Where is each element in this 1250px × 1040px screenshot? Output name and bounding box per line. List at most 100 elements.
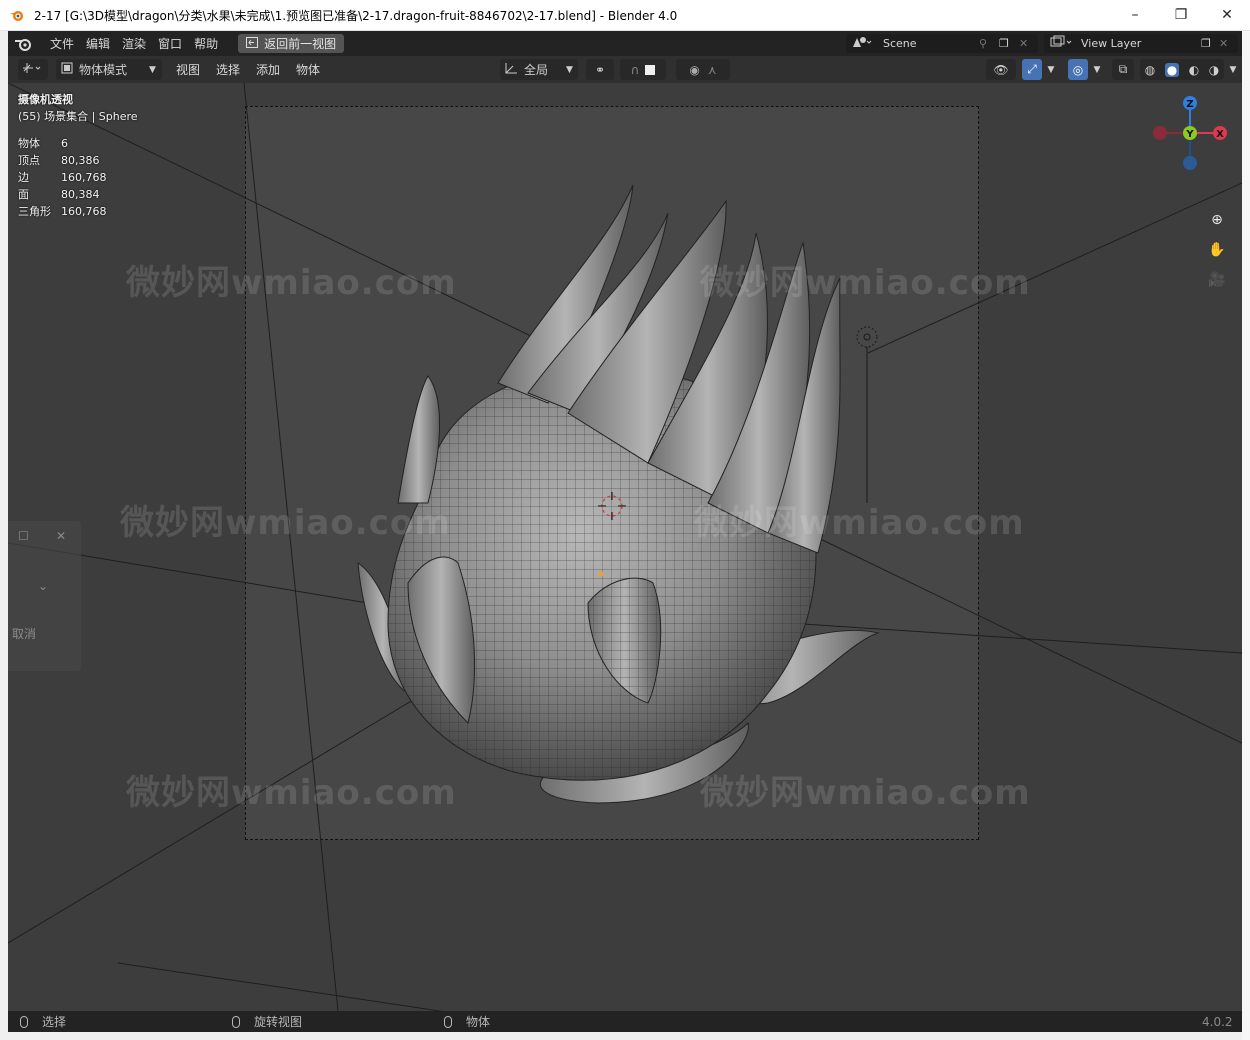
eye-icon: 👁 xyxy=(993,62,1009,77)
stat-value: 6 xyxy=(61,137,68,150)
stat-label: 边 xyxy=(18,171,29,184)
menu-render[interactable]: 渲染 xyxy=(116,31,152,56)
shading-dropdown[interactable]: ▼ xyxy=(1226,59,1240,80)
chevron-down-icon: ▼ xyxy=(1047,64,1055,75)
stat-row: 边 160,768 xyxy=(18,169,138,186)
stat-label: 顶点 xyxy=(18,154,40,167)
xray-toggle[interactable]: ⧉ xyxy=(1112,59,1134,80)
watermark: 微妙网wmiao.com xyxy=(700,773,1031,813)
status-object: 物体 xyxy=(444,1013,490,1030)
remove-scene-icon[interactable]: ✕ xyxy=(1019,37,1028,50)
close-button[interactable]: ✕ xyxy=(1204,0,1250,31)
camera-view-icon[interactable]: 🎥 xyxy=(1204,267,1230,293)
transform-orientation-dropdown[interactable]: 全局 ▼ xyxy=(500,59,578,80)
stat-value: 160,768 xyxy=(61,171,107,184)
status-select: 选择 xyxy=(20,1013,66,1030)
chevron-down-icon[interactable]: ⌄ xyxy=(38,579,48,593)
viewport-header: 物体模式 ▼ 视图 选择 添加 物体 全局 ▼ ⚭ ∩ ◉ ⋏ 👁 ⤢ ▼ ◎ … xyxy=(8,56,1242,83)
rendered-shading-icon[interactable]: ◑ xyxy=(1209,63,1219,77)
back-to-previous-button[interactable]: 返回前一视图 xyxy=(238,34,345,53)
snap-button[interactable]: ∩ xyxy=(620,59,666,80)
svg-text:Y: Y xyxy=(1185,129,1194,140)
navigation-gizmo[interactable]: Z X Y xyxy=(1148,91,1228,171)
mode-dropdown[interactable]: 物体模式 ▼ xyxy=(56,59,162,80)
restore-button[interactable]: ❐ xyxy=(1158,0,1204,31)
watermark: 微妙网wmiao.com xyxy=(126,773,457,813)
pivot-icon: ⚭ xyxy=(594,62,606,77)
blender-icon xyxy=(8,6,26,24)
menu-file[interactable]: 文件 xyxy=(44,31,80,56)
stat-row: 顶点 80,386 xyxy=(18,152,138,169)
solid-shading-icon[interactable]: ● xyxy=(1164,62,1180,77)
stat-value: 80,386 xyxy=(61,154,100,167)
watermark: 微妙网wmiao.com xyxy=(120,503,451,543)
origin-point xyxy=(598,571,604,577)
mode-label: 物体模式 xyxy=(79,63,128,77)
stat-value: 160,768 xyxy=(61,205,107,218)
watermark: 微妙网wmiao.com xyxy=(694,503,1025,543)
overlay-toggle[interactable]: ◎ xyxy=(1068,59,1088,80)
blender-app: 文件 编辑 渲染 窗口 帮助 返回前一视图 Scene ⚲ ❐ ✕ View L… xyxy=(8,31,1242,1032)
3d-viewport[interactable]: 微妙网wmiao.com 微妙网wmiao.com 微妙网wmiao.com 微… xyxy=(8,83,1242,1011)
orientation-label: 全局 xyxy=(524,63,549,77)
proportional-edit-button[interactable]: ◉ ⋏ xyxy=(676,59,730,80)
pivot-point-button[interactable]: ⚭ xyxy=(586,59,614,80)
header-menu-select[interactable]: 选择 xyxy=(210,57,246,82)
hand-pan-icon[interactable]: ✋ xyxy=(1204,237,1230,263)
operator-panel[interactable]: ☐ ✕ ⌄ 取消 xyxy=(8,521,81,671)
back-label: 返回前一视图 xyxy=(264,37,337,51)
stat-label: 面 xyxy=(18,188,29,201)
overlay-dropdown[interactable]: ▼ xyxy=(1090,59,1104,80)
gizmo-toggle[interactable]: ⤢ xyxy=(1022,59,1042,80)
menu-help[interactable]: 帮助 xyxy=(188,31,224,56)
right-mouse-icon xyxy=(444,1015,452,1028)
material-shading-icon[interactable]: ◐ xyxy=(1189,63,1199,77)
menu-edit[interactable]: 编辑 xyxy=(80,31,116,56)
stat-row: 面 80,384 xyxy=(18,186,138,203)
scene-name: Scene xyxy=(883,37,917,50)
remove-view-layer-icon[interactable]: ✕ xyxy=(1219,37,1228,50)
middle-mouse-icon xyxy=(232,1015,240,1028)
scene-drawing xyxy=(8,83,1242,1011)
blender-menu-icon[interactable] xyxy=(14,37,36,51)
status-bar: 选择 旋转视图 物体 4.0.2 xyxy=(8,1011,1242,1032)
window-title: 2-17 [G:\3D模型\dragon\分类\水果\未完成\1.预览图已准备\… xyxy=(34,8,678,23)
stat-row: 三角形 160,768 xyxy=(18,203,138,220)
view-name: 摄像机透视 xyxy=(18,93,73,106)
visibility-button[interactable]: 👁 xyxy=(986,59,1016,80)
header-menu-add[interactable]: 添加 xyxy=(250,57,286,82)
neg-z-axis-handle xyxy=(1183,156,1197,170)
cancel-label[interactable]: 取消 xyxy=(12,625,36,642)
snap-target-icon xyxy=(645,64,656,75)
header-menu-object[interactable]: 物体 xyxy=(290,57,326,82)
status-rotate: 旋转视图 xyxy=(232,1013,302,1030)
stat-label: 物体 xyxy=(18,137,40,150)
chevron-down-icon: ▼ xyxy=(1229,64,1237,75)
pin-icon[interactable]: ⚲ xyxy=(979,37,999,50)
minimize-button[interactable]: – xyxy=(1112,0,1158,31)
viewport-stats: 摄像机透视 (55) 场景集合 | Sphere 物体 6 顶点 80,386 边 1… xyxy=(18,91,138,220)
status-object-label: 物体 xyxy=(466,1015,491,1029)
view-layer-selector[interactable]: View Layer ❐ ✕ xyxy=(1044,34,1238,53)
window-titlebar: 2-17 [G:\3D模型\dragon\分类\水果\未完成\1.预览图已准备\… xyxy=(0,0,1250,31)
panel-checkbox-icon[interactable]: ☐ xyxy=(18,529,29,543)
new-scene-icon[interactable]: ❐ xyxy=(999,37,1019,50)
wireframe-shading-icon[interactable]: ◍ xyxy=(1145,63,1155,77)
editor-type-button[interactable] xyxy=(18,59,48,80)
back-icon xyxy=(246,36,259,51)
overlay-icon: ◎ xyxy=(1072,62,1084,77)
status-select-label: 选择 xyxy=(42,1015,67,1029)
neg-x-axis-handle xyxy=(1153,126,1167,140)
stat-row: 物体 6 xyxy=(18,135,138,152)
panel-close-icon[interactable]: ✕ xyxy=(56,529,66,543)
menu-window[interactable]: 窗口 xyxy=(152,31,188,56)
watermark: 微妙网wmiao.com xyxy=(126,263,457,303)
header-menu-view[interactable]: 视图 xyxy=(170,57,206,82)
xray-icon: ⧉ xyxy=(1118,62,1128,76)
svg-text:X: X xyxy=(1216,129,1224,140)
gizmo-dropdown[interactable]: ▼ xyxy=(1044,59,1058,80)
zoom-icon[interactable]: ⊕ xyxy=(1204,207,1230,233)
axes-icon xyxy=(22,62,44,77)
new-view-layer-icon[interactable]: ❐ xyxy=(1201,37,1219,50)
scene-selector[interactable]: Scene ⚲ ❐ ✕ xyxy=(846,34,1038,53)
